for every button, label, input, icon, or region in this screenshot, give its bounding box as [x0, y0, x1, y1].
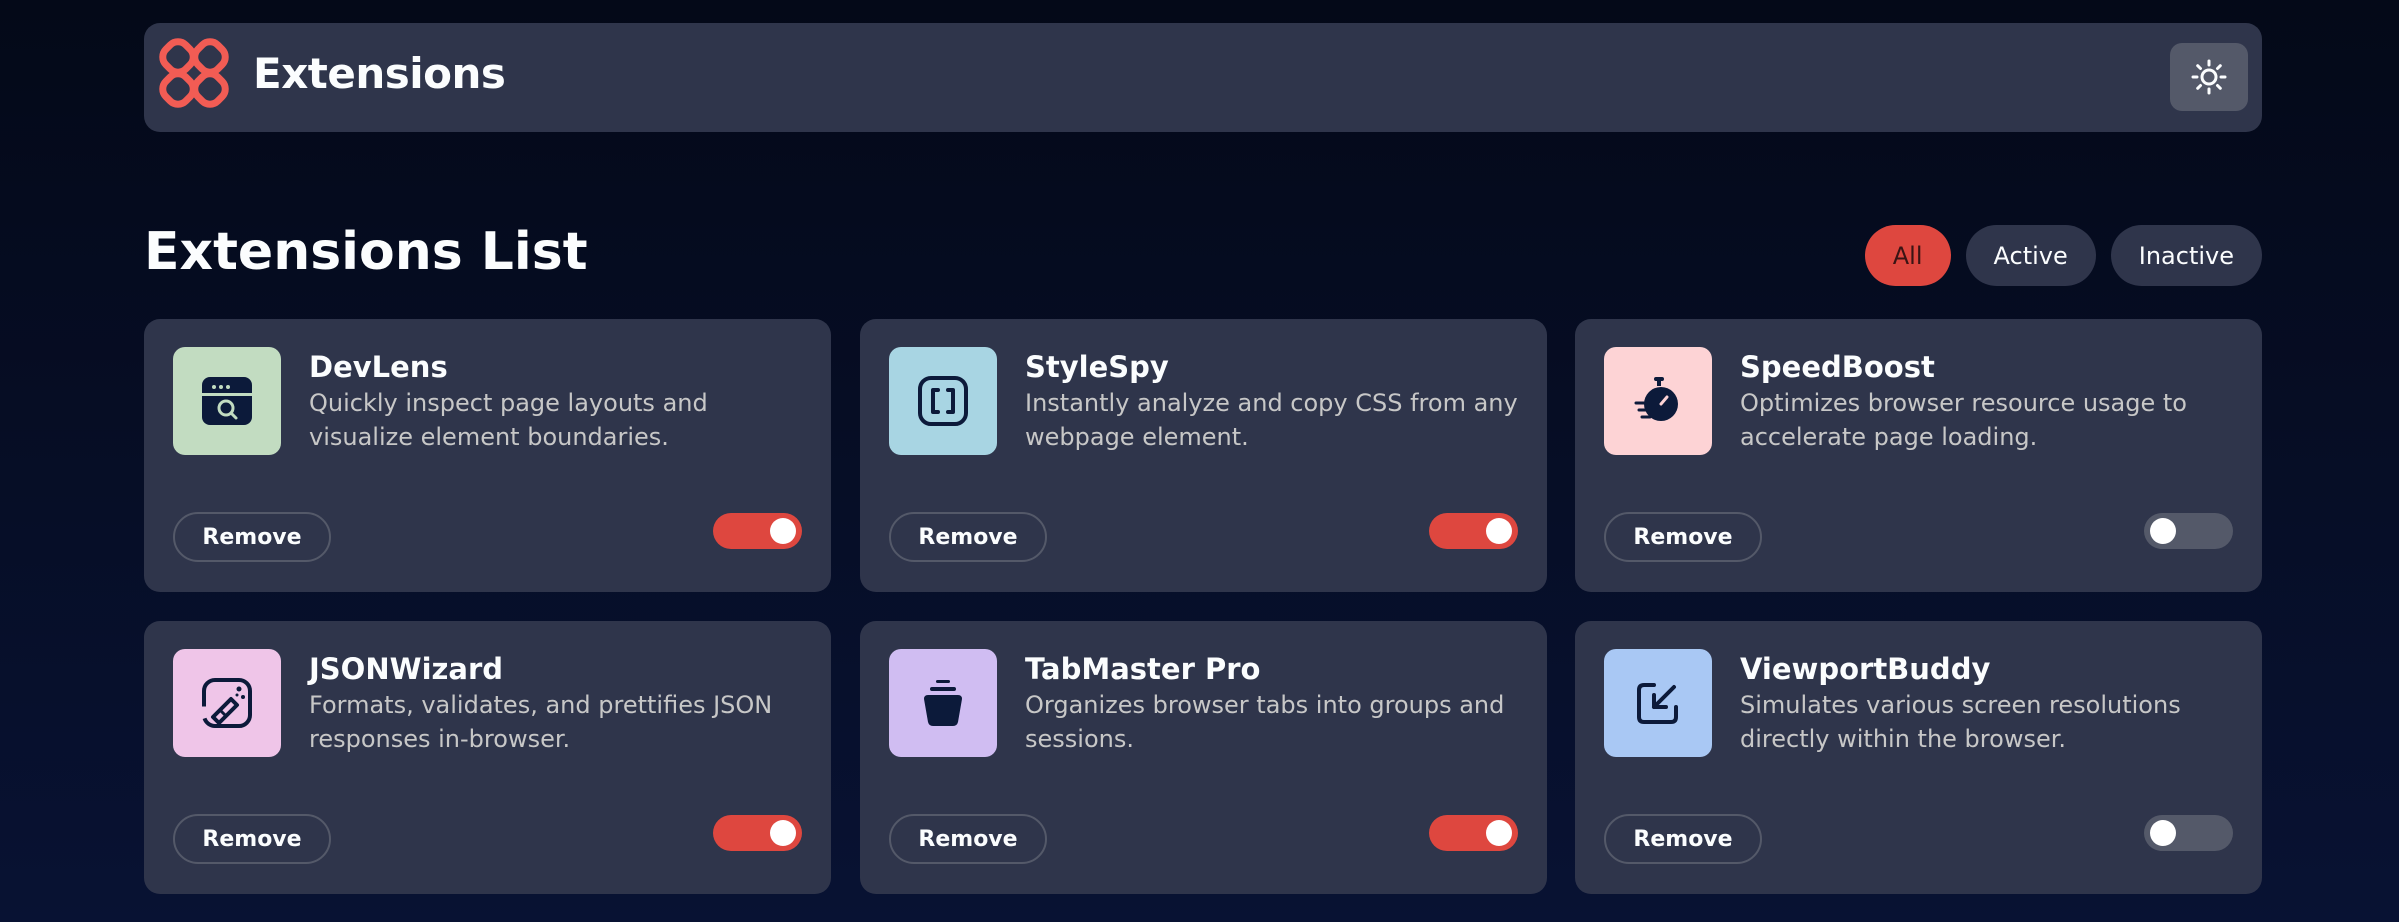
remove-button[interactable]: Remove — [1604, 814, 1762, 864]
resize-icon — [1637, 683, 1678, 724]
brackets-icon — [918, 376, 968, 426]
remove-button[interactable]: Remove — [889, 512, 1047, 562]
toggle-knob — [770, 820, 796, 846]
remove-button[interactable]: Remove — [173, 814, 331, 864]
extension-description: Quickly inspect page layouts and visuali… — [309, 389, 708, 451]
extension-icon-tile — [173, 649, 281, 757]
extension-name: DevLens — [309, 350, 448, 384]
enable-toggle[interactable] — [2144, 815, 2233, 851]
filter-group: All Active Inactive — [1864, 225, 2262, 286]
remove-button[interactable]: Remove — [1604, 512, 1762, 562]
sun-icon — [2191, 59, 2227, 95]
enable-toggle[interactable] — [713, 513, 802, 549]
browser-search-icon — [202, 377, 252, 425]
filter-inactive-button[interactable]: Inactive — [2110, 225, 2262, 286]
extension-description: Optimizes browser resource usage to acce… — [1740, 389, 2187, 451]
enable-toggle[interactable] — [713, 815, 802, 851]
extension-description: Formats, validates, and prettifies JSON … — [309, 691, 773, 753]
stopwatch-icon — [1634, 377, 1678, 421]
extension-card-stylespy: StyleSpy Instantly analyze and copy CSS … — [860, 319, 1547, 592]
extension-name: SpeedBoost — [1740, 350, 1935, 384]
filter-active-button[interactable]: Active — [1965, 225, 2096, 286]
extension-icon-tile — [889, 649, 997, 757]
extension-card-speedboost: SpeedBoost Optimizes browser resource us… — [1575, 319, 2262, 592]
extension-description: Organizes browser tabs into groups and s… — [1025, 691, 1505, 753]
toggle-knob — [770, 518, 796, 544]
toggle-knob — [1486, 820, 1512, 846]
extension-name: TabMaster Pro — [1025, 652, 1261, 686]
extension-name: ViewportBuddy — [1740, 652, 1991, 686]
extension-card-viewportbuddy: ViewportBuddy Simulates various screen r… — [1575, 621, 2262, 894]
toggle-knob — [1486, 518, 1512, 544]
page-title: Extensions List — [144, 222, 588, 282]
app-header: Extensions — [144, 23, 2262, 132]
enable-toggle[interactable] — [2144, 513, 2233, 549]
extension-card-jsonwizard: JSONWizard Formats, validates, and prett… — [144, 621, 831, 894]
extension-icon-tile — [889, 347, 997, 455]
stack-icon — [924, 680, 962, 726]
extension-icon-tile — [1604, 649, 1712, 757]
enable-toggle[interactable] — [1429, 815, 1518, 851]
toggle-knob — [2150, 518, 2176, 544]
theme-toggle-button[interactable] — [2170, 43, 2248, 111]
extension-card-devlens: DevLens Quickly inspect page layouts and… — [144, 319, 831, 592]
remove-button[interactable]: Remove — [889, 814, 1047, 864]
extension-name: JSONWizard — [309, 652, 504, 686]
extension-icon-tile — [1604, 347, 1712, 455]
logo-icon — [159, 38, 229, 108]
wand-icon — [202, 678, 252, 728]
extension-name: StyleSpy — [1025, 350, 1169, 384]
toggle-knob — [2150, 820, 2176, 846]
extension-description: Instantly analyze and copy CSS from any … — [1025, 389, 1518, 451]
remove-button[interactable]: Remove — [173, 512, 331, 562]
filter-all-button[interactable]: All — [1864, 225, 1951, 286]
extension-card-tabmaster-pro: TabMaster Pro Organizes browser tabs int… — [860, 621, 1547, 894]
extension-icon-tile — [173, 347, 281, 455]
enable-toggle[interactable] — [1429, 513, 1518, 549]
app-title: Extensions — [253, 49, 506, 98]
extension-description: Simulates various screen resolutions dir… — [1740, 691, 2181, 753]
